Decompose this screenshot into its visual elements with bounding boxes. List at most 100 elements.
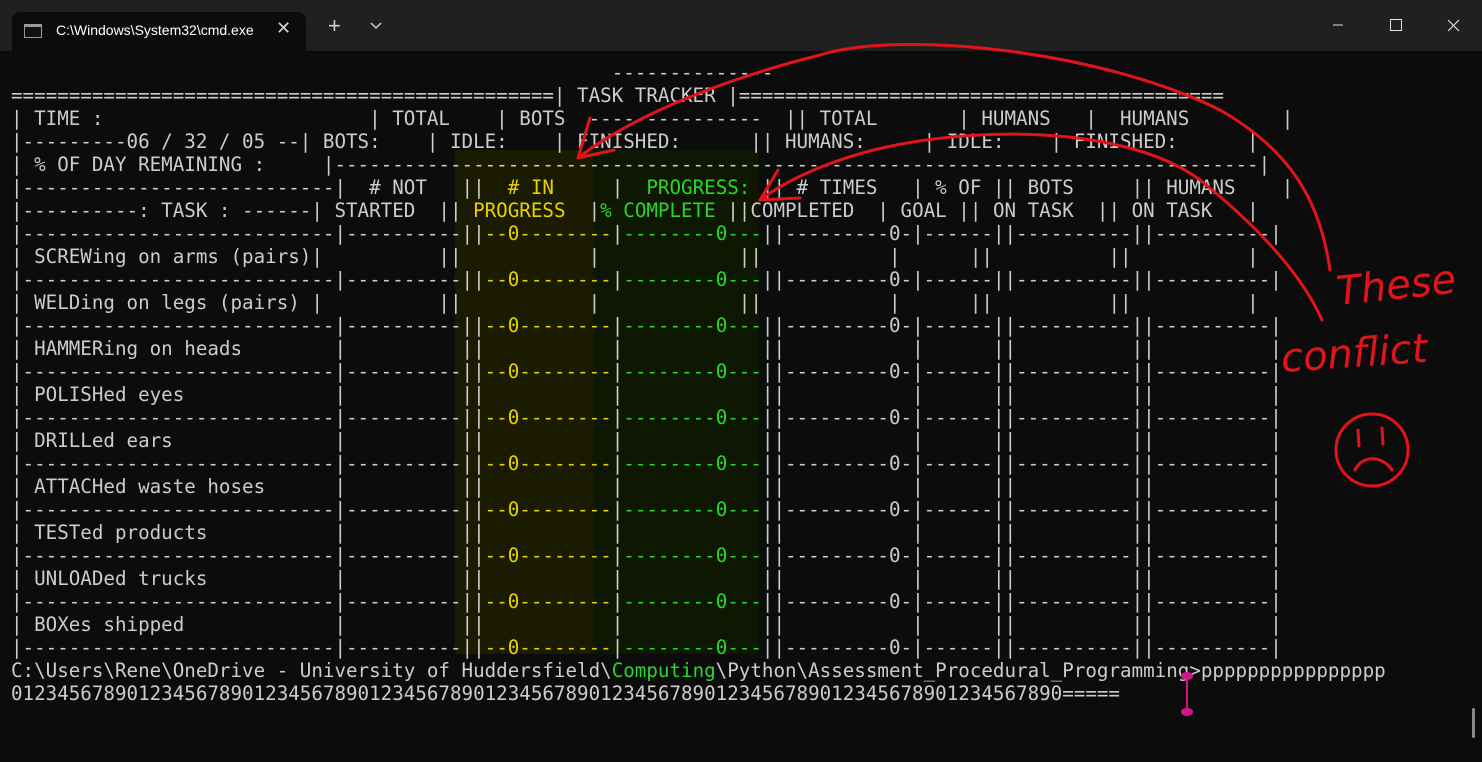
terminal-segment [623,475,762,498]
terminal-segment: || | || || | [761,475,1282,498]
scrollbar[interactable] [1472,708,1475,738]
terminal-segment: || | || || | [761,567,1282,590]
terminal-segment: PROGRESS: [623,176,762,199]
terminal-segment: | WELDing on legs (pairs) | || [11,291,462,314]
terminal-segment: ||---------0-|------||----------||------… [761,590,1282,613]
terminal-segment: | HAMMERing on heads | || [11,337,485,360]
terminal-segment: | TESTed products | || [11,521,485,544]
terminal-segment: # IN [484,176,612,199]
terminal-segment [623,613,762,636]
terminal-segment: --------0--- [623,314,762,337]
terminal-segment: --0-------- [484,636,612,659]
terminal-segment: | [611,406,624,429]
tab-title: C:\Windows\System32\cmd.exe [56,22,254,38]
terminal-line: |---------06 / 32 / 05 --| BOTS: | IDLE:… [11,130,1476,153]
terminal-segment [485,383,612,406]
terminal-segment: --0-------- [484,222,612,245]
terminal-segment: |---------06 / 32 / 05 --| BOTS: | IDLE:… [11,130,1259,153]
terminal-line: -------------- [11,61,1476,84]
terminal-segment [623,337,762,360]
terminal-segment: --0-------- [484,544,612,567]
terminal-segment: --0-------- [484,452,612,475]
terminal-line: | DRILLed ears | || | || | || || | [11,429,1476,452]
terminal-segment [600,245,739,268]
terminal-line: ========================================… [11,84,1476,107]
terminal-segment: ||---------0-|------||----------||------… [761,314,1282,337]
terminal-segment [485,429,612,452]
terminal-segment: ||---------0-|------||----------||------… [761,268,1282,291]
terminal-segment: ========================================… [11,84,1224,107]
terminal-segment: | UNLOADed trucks | || [11,567,485,590]
terminal-line: | BOXes shipped | || | || | || || | [11,613,1476,636]
new-tab-button[interactable]: + [328,15,341,37]
terminal-segment: || | || || | [761,383,1282,406]
title-bar: C:\Windows\System32\cmd.exe ✕ + [0,0,1482,51]
terminal-segment: Python\Assessment_Procedural_Programming… [727,659,1386,682]
terminal-segment: --0-------- [484,360,612,383]
terminal-segment: | [611,590,624,613]
terminal-line: |---------------------------|----------|… [11,222,1476,245]
terminal-segment: | [611,636,624,659]
terminal-segment [623,567,762,590]
terminal-line: | SCREWing on arms (pairs)| || | || | ||… [11,245,1476,268]
terminal-segment: | % OF DAY REMAINING : |----------------… [11,153,1271,176]
terminal-segment: --------0--- [623,544,762,567]
terminal-segment: | POLISHed eyes | || [11,383,485,406]
terminal-segment: --------0--- [623,452,762,475]
terminal-segment: | [611,222,624,245]
terminal-segment: ||---------0-|------||----------||------… [761,544,1282,567]
terminal-segment: -------------- [11,61,774,84]
maximize-icon[interactable] [1368,0,1424,51]
terminal-line: |---------------------------|----------|… [11,498,1476,521]
terminal-segment: | [588,291,601,314]
minimize-icon[interactable] [1310,0,1366,51]
terminal-segment [623,521,762,544]
terminal-segment: |----------: TASK : ------| STARTED || [11,199,462,222]
terminal-segment: --------0--- [623,636,762,659]
terminal-segment: | [611,268,624,291]
terminal-segment: \ [715,659,728,682]
terminal-line: 0123456789012345678901234567890123456789… [11,682,1476,705]
terminal-segment: | [611,314,624,337]
terminal-segment: || | || || | [738,291,1259,314]
terminal-segment: ||---------0-|------||----------||------… [761,360,1282,383]
terminal-segment: |---------------------------|----------|… [11,452,485,475]
terminal-line: | WELDing on legs (pairs) | || | || | ||… [11,291,1476,314]
terminal-segment: | [611,475,624,498]
terminal-segment [485,567,612,590]
terminal-line: | POLISHed eyes | || | || | || || | [11,383,1476,406]
terminal-segment: --------0--- [623,222,762,245]
terminal-segment: --0-------- [484,406,612,429]
terminal-segment: || # TIMES | % OF || BOTS || HUMANS | [761,176,1294,199]
terminal-line: C:\Users\Rene\OneDrive - University of H… [11,659,1476,682]
terminal-segment: --------0--- [623,590,762,613]
terminal-segment: ||---------0-|------||----------||------… [761,406,1282,429]
tab-close-icon[interactable]: ✕ [276,18,291,39]
terminal-segment: |---------------------------| # NOT || [11,176,485,199]
close-icon[interactable] [1426,0,1482,51]
terminal-segment [485,337,612,360]
terminal-segment: --------0--- [623,268,762,291]
terminal-segment: |---------------------------|----------|… [11,222,485,245]
terminal-segment: | [611,544,624,567]
terminal-segment: --------0--- [623,406,762,429]
terminal-segment: || | || || | [761,521,1282,544]
terminal-segment [462,245,589,268]
terminal-tab[interactable]: C:\Windows\System32\cmd.exe ✕ [12,12,306,51]
terminal-segment: |---------------------------|----------|… [11,544,485,567]
terminal-segment: | [611,498,624,521]
terminal-segment [485,475,612,498]
terminal-segment: ||---------0-|------||----------||------… [761,222,1282,245]
terminal-output[interactable]: -------------- ==========================… [11,61,1476,721]
terminal-segment: | BOXes shipped | || [11,613,485,636]
terminal-segment: ||---------0-|------||----------||------… [761,452,1282,475]
terminal-segment: ||COMPLETED | GOAL || ON TASK || ON TASK… [727,199,1259,222]
terminal-segment: --------0--- [623,360,762,383]
chevron-down-icon[interactable] [368,18,384,34]
terminal-segment [623,429,762,452]
terminal-segment: | [611,452,624,475]
terminal-segment: |---------------------------|----------|… [11,314,485,337]
terminal-segment: || | || || | [761,429,1282,452]
terminal-segment: | [611,383,624,406]
terminal-line: |---------------------------| # NOT || #… [11,176,1476,199]
